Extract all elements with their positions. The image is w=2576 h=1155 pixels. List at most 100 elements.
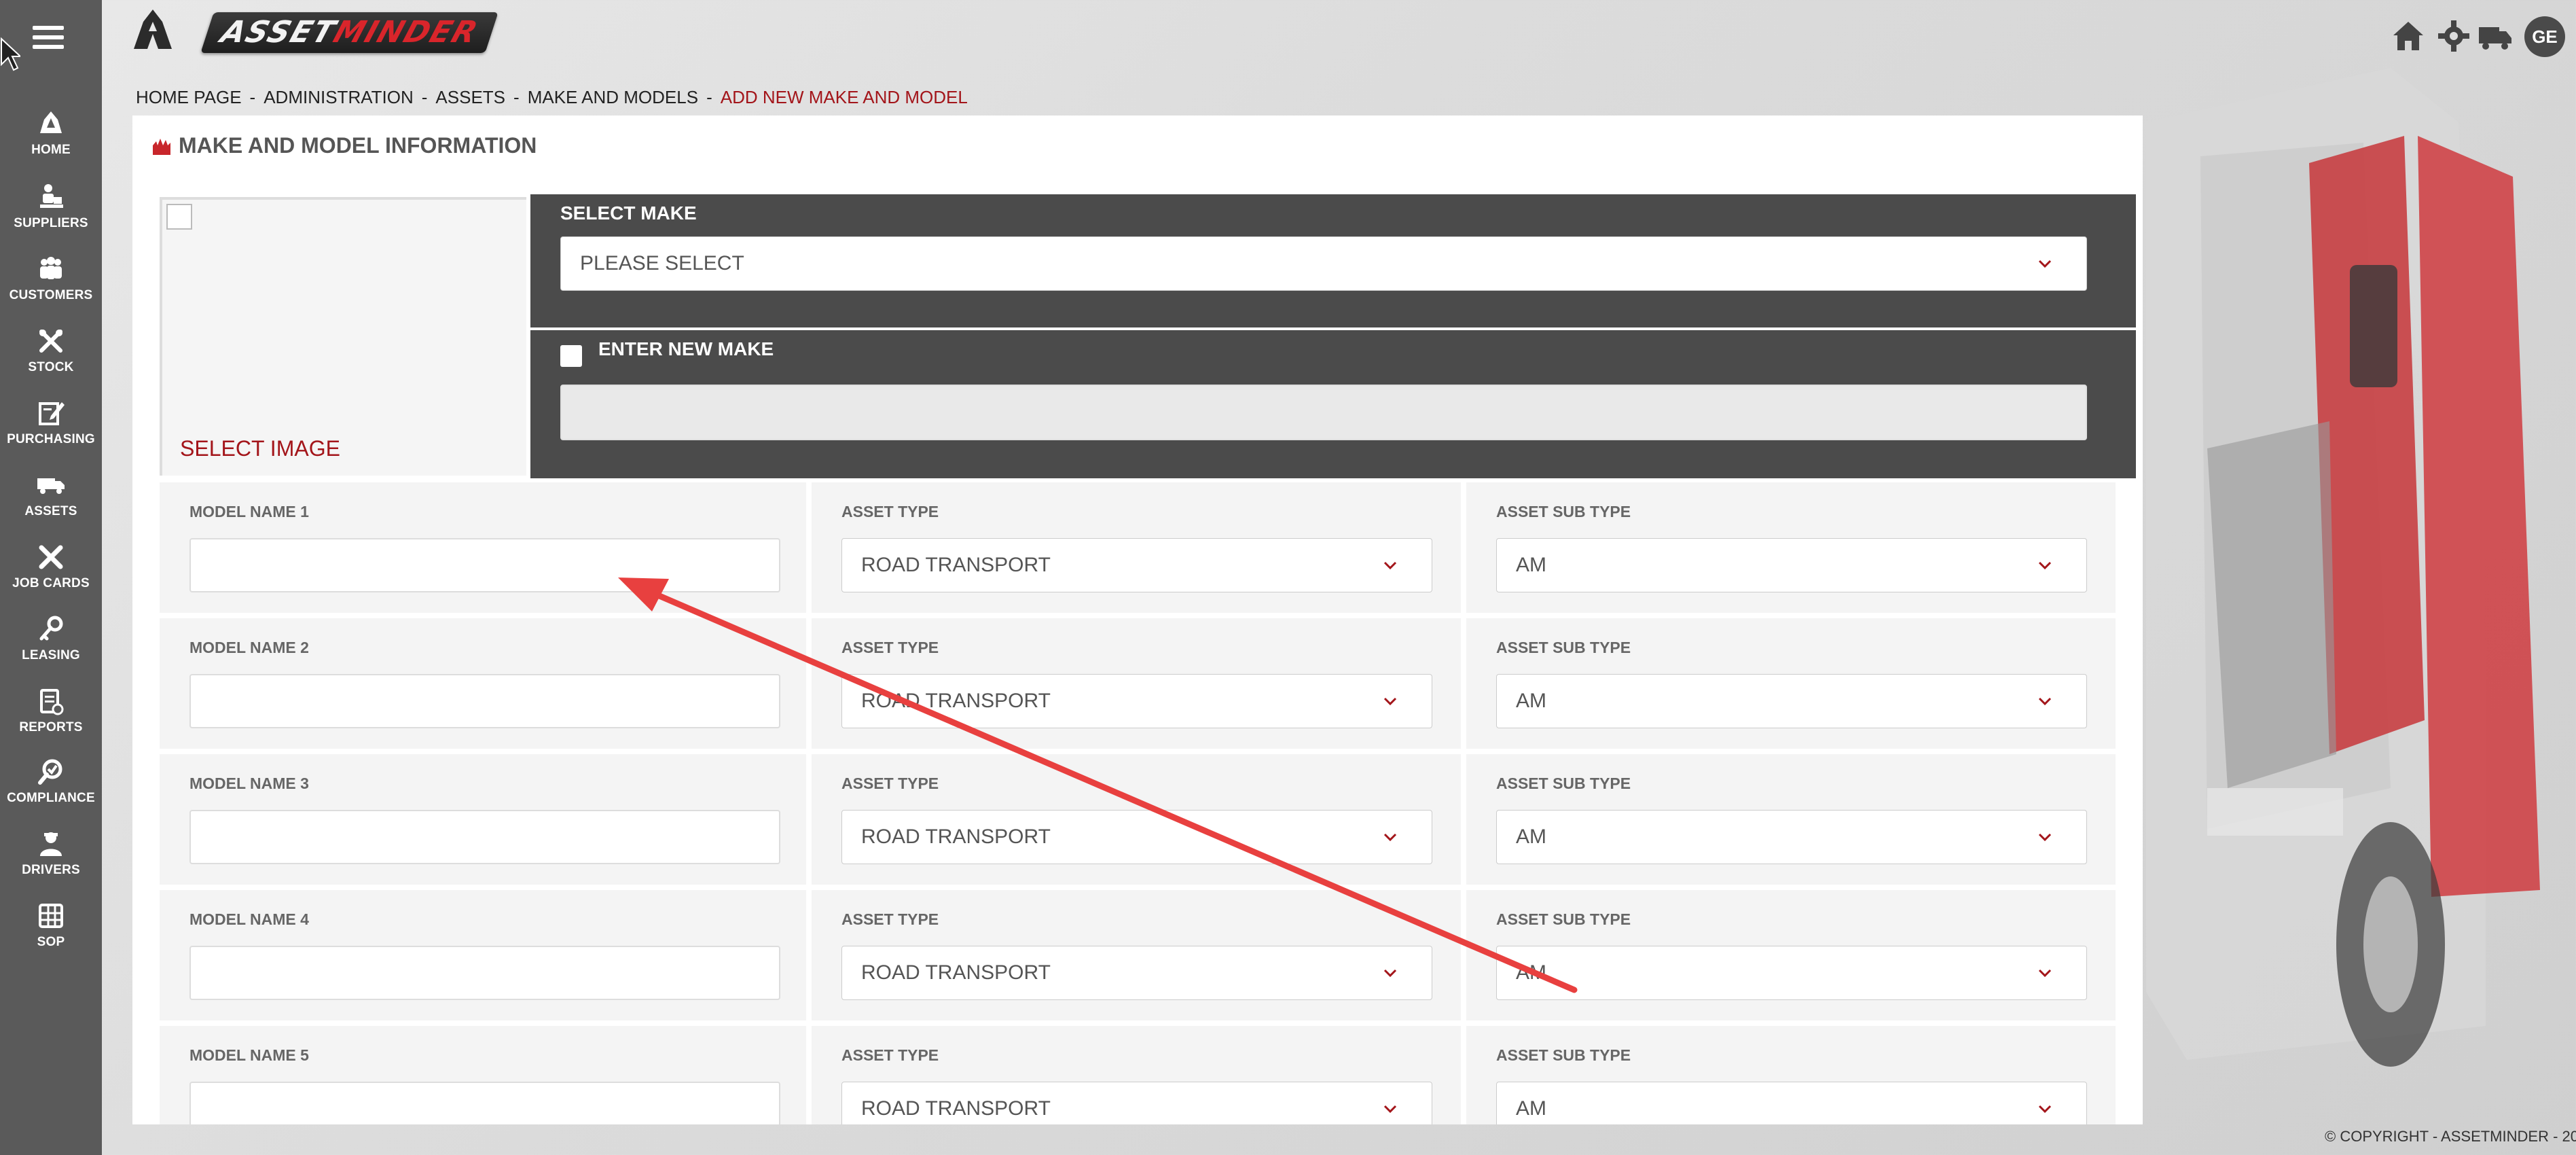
- asset-type-dropdown[interactable]: ROAD TRANSPORT: [841, 946, 1432, 1000]
- sidebar-item-label: STOCK: [28, 360, 74, 374]
- asset-sub-type-dropdown[interactable]: AM: [1496, 946, 2087, 1000]
- model-name-input[interactable]: [189, 538, 780, 592]
- sop-icon: [39, 904, 63, 928]
- asset-sub-type-value: AM: [1516, 961, 1546, 984]
- asset-type-cell: ASSET TYPE ROAD TRANSPORT: [812, 618, 1461, 749]
- purchasing-icon: [39, 402, 65, 425]
- make-model-panel: MAKE AND MODEL INFORMATION SELECT IMAGE …: [132, 116, 2143, 1124]
- app-logo[interactable]: ASSETMINDER: [200, 12, 499, 53]
- sidebar-item-label: JOB CARDS: [12, 576, 90, 590]
- sidebar-item-label: SOP: [37, 935, 65, 949]
- select-make-dropdown[interactable]: PLEASE SELECT: [560, 236, 2087, 291]
- breadcrumb-separator: -: [249, 87, 256, 107]
- sidebar-item-label: DRIVERS: [22, 863, 80, 877]
- sidebar-item-reports[interactable]: REPORTS: [0, 686, 102, 735]
- asset-type-label: ASSET TYPE: [841, 1046, 939, 1064]
- asset-sub-type-value: AM: [1516, 1097, 1546, 1120]
- breadcrumb-make-and-models[interactable]: MAKE AND MODELS: [528, 87, 698, 107]
- asset-sub-type-label: ASSET SUB TYPE: [1496, 910, 1631, 928]
- sidebar-item-label: REPORTS: [19, 720, 83, 734]
- sidebar-item-purchasing[interactable]: PURCHASING: [0, 398, 102, 447]
- broken-image-icon: [166, 204, 192, 230]
- job-cards-icon: [39, 545, 63, 569]
- new-make-input[interactable]: [560, 385, 2087, 440]
- select-make-section: SELECT MAKE PLEASE SELECT: [530, 194, 2136, 327]
- enter-new-make-checkbox[interactable]: [560, 345, 582, 367]
- model-row: MODEL NAME 5 ASSET TYPE ROAD TRANSPORT A…: [160, 1026, 2136, 1124]
- select-image-link[interactable]: SELECT IMAGE: [180, 436, 340, 461]
- asset-type-value: ROAD TRANSPORT: [861, 825, 1051, 848]
- sidebar-item-drivers[interactable]: DRIVERS: [0, 829, 102, 878]
- breadcrumb-home-page[interactable]: HOME PAGE: [136, 87, 242, 107]
- asset-sub-type-dropdown[interactable]: AM: [1496, 674, 2087, 728]
- stock-icon: [39, 330, 62, 353]
- suppliers-icon: [40, 184, 63, 208]
- breadcrumb: HOME PAGE - ADMINISTRATION - ASSETS - MAKE AND…: [136, 87, 968, 108]
- asset-sub-type-label: ASSET SUB TYPE: [1496, 639, 1631, 656]
- home-button-icon[interactable]: [2391, 19, 2426, 53]
- model-name-input[interactable]: [189, 1082, 780, 1124]
- asset-sub-type-cell: ASSET SUB TYPE AM: [1466, 618, 2116, 749]
- breadcrumb-current: ADD NEW MAKE AND MODEL: [720, 87, 968, 107]
- compliance-icon: [38, 759, 62, 785]
- asset-sub-type-dropdown[interactable]: AM: [1496, 810, 2087, 864]
- model-name-label: MODEL NAME 3: [189, 775, 309, 792]
- chevron-down-icon: [2038, 697, 2052, 706]
- logo-icon[interactable]: [131, 7, 175, 52]
- asset-sub-type-value: AM: [1516, 690, 1546, 712]
- model-name-input[interactable]: [189, 810, 780, 864]
- breadcrumb-separator: -: [513, 87, 520, 107]
- breadcrumb-administration[interactable]: ADMINISTRATION: [264, 87, 414, 107]
- asset-type-dropdown[interactable]: ROAD TRANSPORT: [841, 810, 1432, 864]
- sidebar-item-customers[interactable]: CUSTOMERS: [0, 254, 102, 303]
- sidebar-item-job-cards[interactable]: JOB CARDS: [0, 542, 102, 591]
- sidebar-item-label: HOME: [31, 143, 71, 157]
- sidebar-item-home[interactable]: HOME: [0, 109, 102, 158]
- logo-text-asset: ASSET: [216, 15, 341, 50]
- home-icon: [40, 111, 62, 133]
- asset-sub-type-label: ASSET SUB TYPE: [1496, 1046, 1631, 1064]
- asset-type-dropdown[interactable]: ROAD TRANSPORT: [841, 674, 1432, 728]
- image-picker[interactable]: SELECT IMAGE: [160, 197, 526, 476]
- asset-type-label: ASSET TYPE: [841, 503, 939, 520]
- model-name-label: MODEL NAME 4: [189, 910, 309, 928]
- model-name-cell: MODEL NAME 2: [160, 618, 806, 749]
- fire-icon: [153, 138, 170, 155]
- asset-type-label: ASSET TYPE: [841, 639, 939, 656]
- asset-type-cell: ASSET TYPE ROAD TRANSPORT: [812, 1026, 1461, 1124]
- model-name-cell: MODEL NAME 3: [160, 754, 806, 885]
- sidebar-item-assets[interactable]: ASSETS: [0, 470, 102, 519]
- sidebar-item-suppliers[interactable]: SUPPLIERS: [0, 182, 102, 231]
- model-name-input[interactable]: [189, 946, 780, 1000]
- model-row: MODEL NAME 4 ASSET TYPE ROAD TRANSPORT A…: [160, 890, 2136, 1020]
- asset-type-dropdown[interactable]: ROAD TRANSPORT: [841, 538, 1432, 592]
- asset-type-cell: ASSET TYPE ROAD TRANSPORT: [812, 754, 1461, 885]
- sidebar-item-label: LEASING: [22, 648, 80, 662]
- asset-sub-type-dropdown[interactable]: AM: [1496, 1082, 2087, 1124]
- chevron-down-icon: [2038, 561, 2052, 570]
- sidebar-item-sop[interactable]: SOP: [0, 901, 102, 950]
- sidebar-item-label: COMPLIANCE: [7, 791, 95, 805]
- chevron-down-icon: [1383, 1105, 1397, 1114]
- sidebar-item-leasing[interactable]: LEASING: [0, 614, 102, 663]
- hamburger-menu-icon[interactable]: [33, 26, 64, 53]
- settings-gear-icon[interactable]: [2436, 19, 2471, 53]
- leasing-icon: [39, 616, 63, 641]
- sidebar-item-label: SUPPLIERS: [14, 216, 88, 230]
- user-avatar[interactable]: GE: [2524, 16, 2565, 57]
- chevron-down-icon: [1383, 833, 1397, 842]
- model-name-input[interactable]: [189, 674, 780, 728]
- asset-sub-type-dropdown[interactable]: AM: [1496, 538, 2087, 592]
- asset-sub-type-label: ASSET SUB TYPE: [1496, 775, 1631, 792]
- truck-settings-icon[interactable]: [2478, 19, 2513, 53]
- sidebar-item-stock[interactable]: STOCK: [0, 326, 102, 375]
- asset-sub-type-cell: ASSET SUB TYPE AM: [1466, 754, 2116, 885]
- asset-sub-type-cell: ASSET SUB TYPE AM: [1466, 1026, 2116, 1124]
- model-name-cell: MODEL NAME 4: [160, 890, 806, 1020]
- chevron-down-icon: [2038, 1105, 2052, 1114]
- breadcrumb-assets[interactable]: ASSETS: [435, 87, 505, 107]
- asset-type-dropdown[interactable]: ROAD TRANSPORT: [841, 1082, 1432, 1124]
- panel-title: MAKE AND MODEL INFORMATION: [150, 133, 537, 158]
- chevron-down-icon: [2038, 833, 2052, 842]
- sidebar-item-compliance[interactable]: COMPLIANCE: [0, 757, 102, 806]
